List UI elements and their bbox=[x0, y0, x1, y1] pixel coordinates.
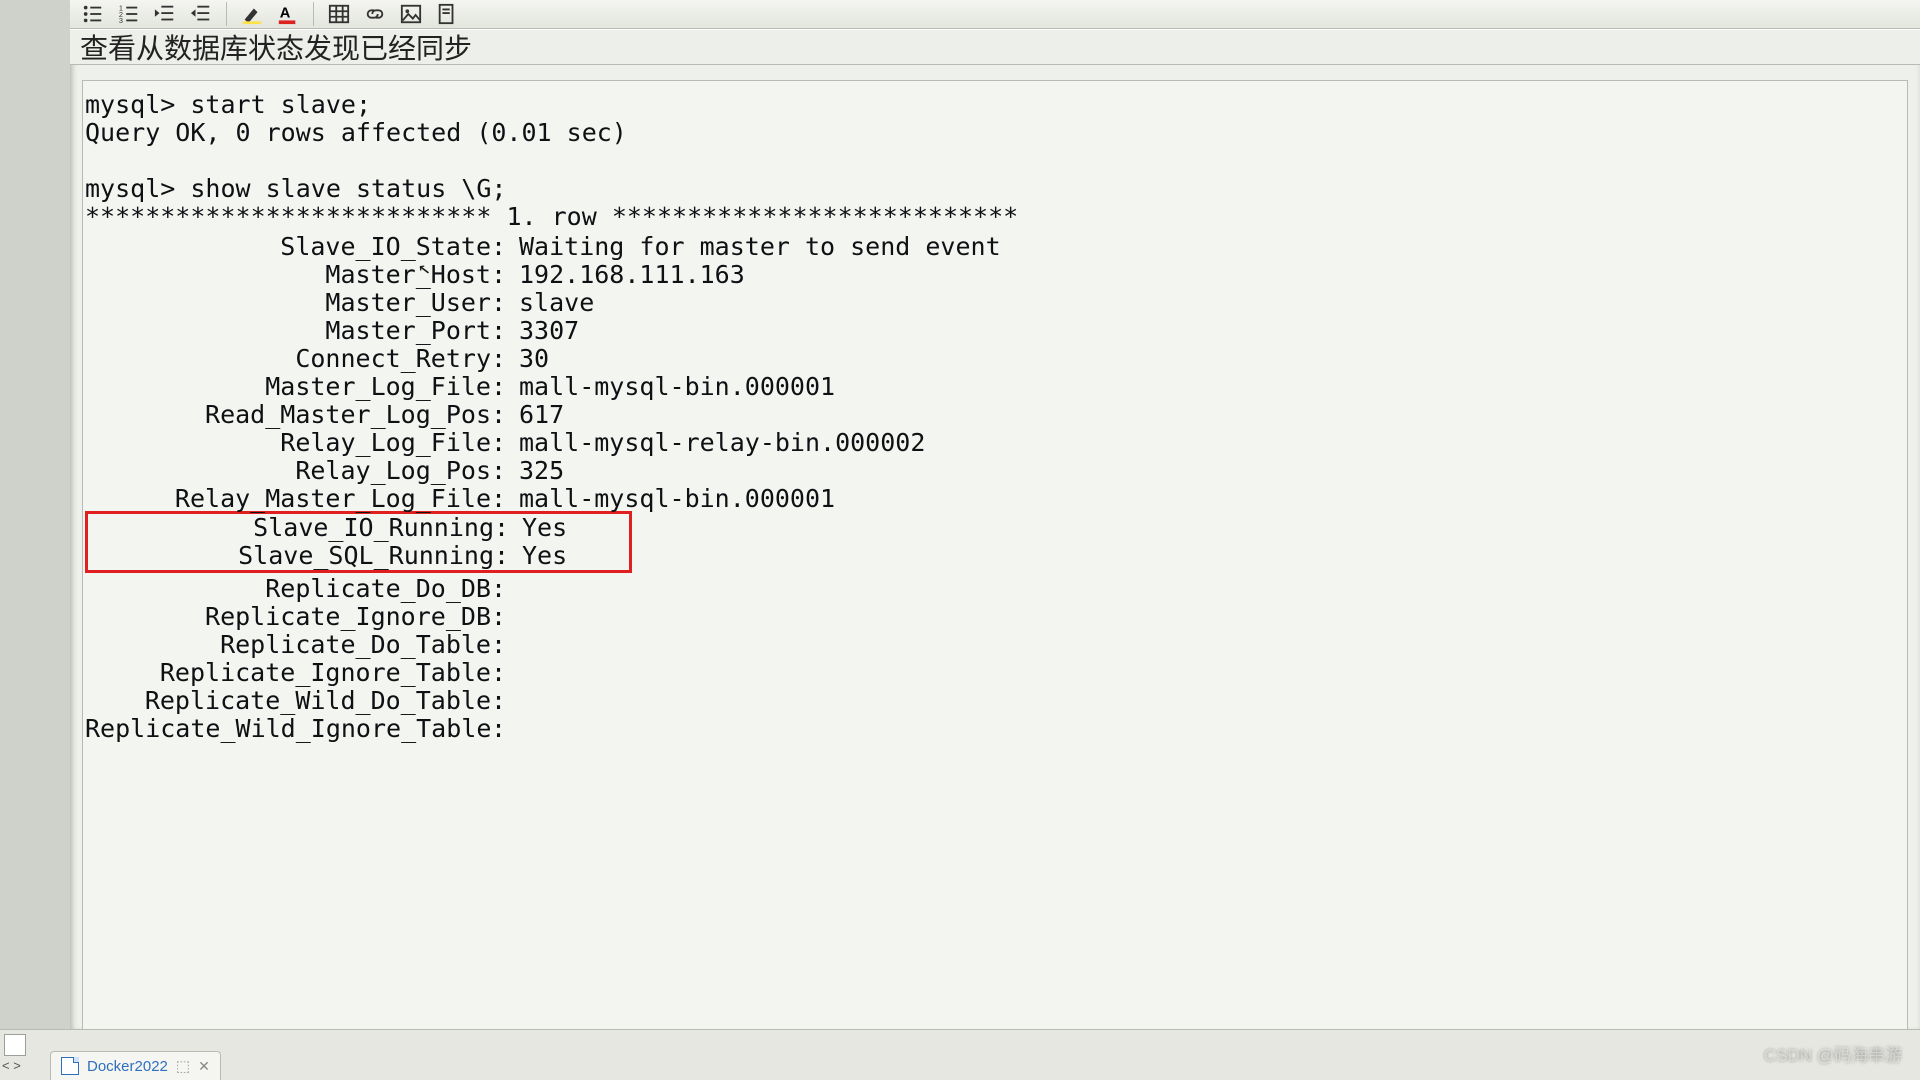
status-value: slave bbox=[505, 289, 1905, 317]
editor-toolbar: 123 A bbox=[70, 0, 1920, 29]
status-value: 325 bbox=[505, 457, 1905, 485]
status-value: 3307 bbox=[505, 317, 1905, 345]
document-tab[interactable]: Docker2022 ⬚ ✕ bbox=[50, 1051, 221, 1080]
status-value: Yes bbox=[508, 542, 567, 570]
image-icon[interactable] bbox=[400, 3, 422, 25]
status-row: Slave_SQL_Running:Yes bbox=[88, 542, 567, 570]
status-key: Read_Master_Log_Pos bbox=[85, 401, 491, 429]
status-key: Relay_Master_Log_File bbox=[85, 485, 491, 513]
status-key: Master_Log_File bbox=[85, 373, 491, 401]
highlight-icon[interactable] bbox=[241, 3, 263, 25]
status-key: Slave_SQL_Running bbox=[88, 542, 494, 570]
bullet-list-icon[interactable] bbox=[82, 3, 104, 25]
status-value bbox=[505, 575, 1905, 603]
tab-label: Docker2022 bbox=[87, 1058, 168, 1075]
outdent-icon[interactable] bbox=[154, 3, 176, 25]
status-key: Replicate_Wild_Do_Table bbox=[85, 687, 491, 715]
status-value: 617 bbox=[505, 401, 1905, 429]
status-row: Relay_Log_Pos:325 bbox=[85, 457, 1905, 485]
minimap-icon[interactable] bbox=[4, 1034, 26, 1056]
status-row: Slave_IO_Running:Yes bbox=[88, 514, 567, 542]
status-row: Replicate_Do_DB: bbox=[85, 575, 1905, 603]
status-row: Master_User:slave bbox=[85, 289, 1905, 317]
status-key: Slave_IO_Running bbox=[88, 514, 494, 542]
nav-arrows[interactable]: < > bbox=[2, 1058, 21, 1073]
table-icon[interactable] bbox=[328, 3, 350, 25]
status-row: Master_Port:3307 bbox=[85, 317, 1905, 345]
status-row: Replicate_Ignore_Table: bbox=[85, 659, 1905, 687]
status-row: Replicate_Ignore_DB: bbox=[85, 603, 1905, 631]
terminal-blank bbox=[85, 147, 1905, 175]
status-key: Relay_Log_Pos bbox=[85, 457, 491, 485]
status-row: Slave_IO_State:Waiting for master to sen… bbox=[85, 233, 1905, 261]
status-row: Master_Host:192.168.111.163 bbox=[85, 261, 1905, 289]
status-key: Slave_IO_State bbox=[85, 233, 491, 261]
status-key: Master_Port bbox=[85, 317, 491, 345]
terminal-output: mysql> start slave; Query OK, 0 rows aff… bbox=[82, 80, 1908, 1030]
status-row: Connect_Retry:30 bbox=[85, 345, 1905, 373]
link-icon[interactable] bbox=[364, 3, 386, 25]
status-key: Replicate_Wild_Ignore_Table bbox=[85, 715, 491, 743]
status-value bbox=[505, 687, 1905, 715]
status-row: Replicate_Wild_Do_Table: bbox=[85, 687, 1905, 715]
status-key: Replicate_Do_DB bbox=[85, 575, 491, 603]
status-value: mall-mysql-bin.000001 bbox=[505, 485, 1905, 513]
numbered-list-icon[interactable]: 123 bbox=[118, 3, 140, 25]
status-key: Replicate_Ignore_DB bbox=[85, 603, 491, 631]
svg-text:3: 3 bbox=[119, 16, 123, 25]
status-key: Master_User bbox=[85, 289, 491, 317]
watermark-text: CSDN @码海串游 bbox=[1764, 1041, 1902, 1066]
toolbar-separator bbox=[313, 2, 314, 26]
status-value bbox=[505, 715, 1905, 743]
status-key: Relay_Log_File bbox=[85, 429, 491, 457]
tab-pin-icon[interactable]: ⬚ bbox=[176, 1057, 190, 1075]
status-row: Relay_Master_Log_File:mall-mysql-bin.000… bbox=[85, 485, 1905, 513]
status-value bbox=[505, 631, 1905, 659]
status-value bbox=[505, 603, 1905, 631]
status-row: Replicate_Wild_Ignore_Table: bbox=[85, 715, 1905, 743]
highlighted-status: Slave_IO_Running:YesSlave_SQL_Running:Ye… bbox=[85, 511, 632, 573]
status-row: Read_Master_Log_Pos:617 bbox=[85, 401, 1905, 429]
status-key: Replicate_Do_Table bbox=[85, 631, 491, 659]
status-block: Slave_IO_State:Waiting for master to sen… bbox=[85, 233, 1905, 513]
font-color-icon[interactable]: A bbox=[277, 3, 299, 25]
status-value: mall-mysql-relay-bin.000002 bbox=[505, 429, 1905, 457]
indent-icon[interactable] bbox=[190, 3, 212, 25]
attachment-icon[interactable] bbox=[436, 3, 458, 25]
terminal-line: Query OK, 0 rows affected (0.01 sec) bbox=[85, 119, 1905, 147]
editor-bottom-bar: < > Docker2022 ⬚ ✕ bbox=[0, 1029, 1920, 1080]
tab-close-icon[interactable]: ✕ bbox=[198, 1058, 210, 1075]
row-separator: *************************** 1. row *****… bbox=[85, 203, 1905, 231]
status-key: Replicate_Ignore_Table bbox=[85, 659, 491, 687]
status-value bbox=[505, 659, 1905, 687]
status-key: Connect_Retry bbox=[85, 345, 491, 373]
status-value: Yes bbox=[508, 514, 567, 542]
status-row: Master_Log_File:mall-mysql-bin.000001 bbox=[85, 373, 1905, 401]
toolbar-separator bbox=[226, 2, 227, 26]
section-heading: 查看从数据库状态发现已经同步 bbox=[70, 29, 1920, 65]
status-row: Relay_Log_File:mall-mysql-relay-bin.0000… bbox=[85, 429, 1905, 457]
status-value: 192.168.111.163 bbox=[505, 261, 1905, 289]
editor-left-gutter bbox=[0, 0, 71, 1030]
terminal-line: mysql> start slave; bbox=[85, 91, 1905, 119]
status-row: Replicate_Do_Table: bbox=[85, 631, 1905, 659]
svg-text:A: A bbox=[280, 6, 291, 22]
status-block: Replicate_Do_DB:Replicate_Ignore_DB:Repl… bbox=[85, 575, 1905, 743]
terminal-line: mysql> show slave status \G; bbox=[85, 175, 1905, 203]
status-value: mall-mysql-bin.000001 bbox=[505, 373, 1905, 401]
status-value: Waiting for master to send event bbox=[505, 233, 1905, 261]
status-value: 30 bbox=[505, 345, 1905, 373]
editor-workspace: 123 A 查看从数据库状态发现已经同步 mysql> start slave;… bbox=[70, 0, 1920, 1030]
document-icon bbox=[61, 1057, 79, 1075]
